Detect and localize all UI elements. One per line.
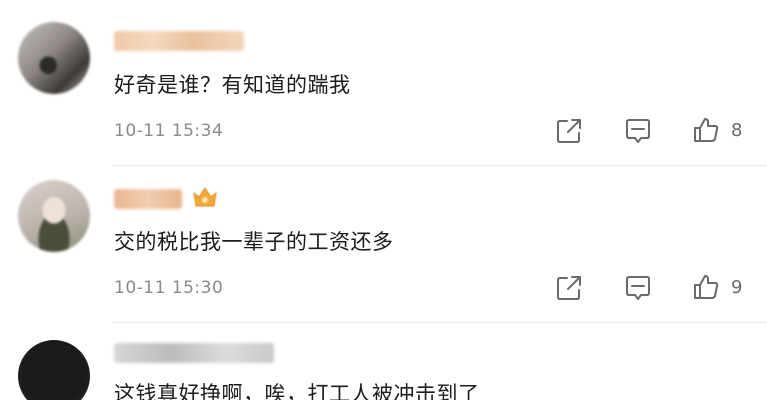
comment-timestamp: 10-11 15:30 [114, 278, 224, 298]
comment-timestamp: 10-11 15:34 [114, 121, 224, 141]
share-icon[interactable] [555, 117, 583, 145]
username-blurred[interactable] [114, 343, 274, 363]
comment-list: 好奇是谁？有知道的踹我 10-11 15:34 8 交的税比我一辈子的工资还多 … [0, 0, 767, 400]
like-count: 8 [731, 120, 743, 141]
divider [112, 165, 767, 166]
comment-icon[interactable] [624, 117, 652, 145]
share-icon[interactable] [555, 274, 583, 302]
divider [112, 322, 767, 323]
like-count: 9 [731, 277, 743, 298]
comment-text: 交的税比我一辈子的工资还多 [114, 230, 394, 254]
avatar[interactable] [18, 340, 90, 400]
comment-text: 这钱真好挣啊，唉，打工人被冲击到了 [114, 382, 480, 400]
thumbs-up-icon[interactable] [692, 116, 720, 144]
avatar[interactable] [18, 180, 90, 252]
comment-text: 好奇是谁？有知道的踹我 [114, 73, 351, 97]
avatar[interactable] [18, 22, 90, 94]
username-blurred[interactable] [114, 189, 182, 209]
comment-icon[interactable] [624, 274, 652, 302]
thumbs-up-icon[interactable] [692, 273, 720, 301]
username-blurred[interactable] [114, 31, 244, 51]
vip-badge-icon [193, 187, 217, 207]
